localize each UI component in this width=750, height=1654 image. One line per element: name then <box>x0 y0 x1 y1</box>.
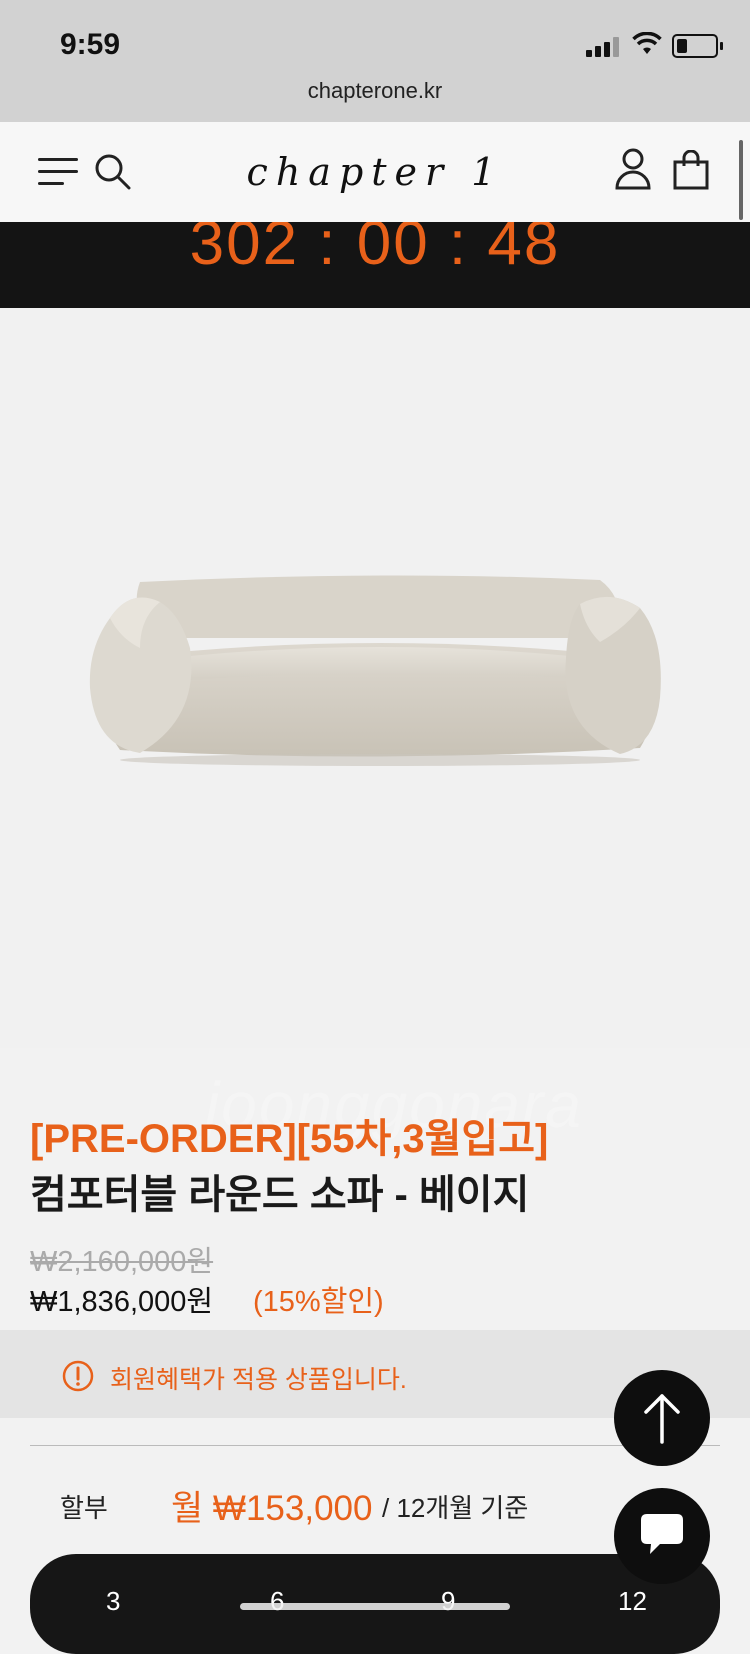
preorder-badge: [PRE-ORDER][55차,3월입고] <box>30 1117 549 1161</box>
discount-rate: (15%할인) <box>253 1286 384 1318</box>
wifi-icon <box>632 32 662 54</box>
status-time: 9:59 <box>60 28 121 61</box>
installment-amount: 월 ₩153,000 <box>171 1489 373 1528</box>
installment-basis: / 12개월 기준 <box>382 1493 529 1523</box>
scroll-to-top-button[interactable] <box>614 1370 710 1466</box>
sofa-image <box>89 575 661 766</box>
home-indicator[interactable] <box>240 1603 510 1610</box>
notice-text: 회원혜택가 적용 상품입니다. <box>110 1366 407 1394</box>
installment-label: 할부 <box>60 1493 108 1523</box>
chat-bubble-icon <box>641 1514 683 1554</box>
month-option-12[interactable]: 12 <box>618 1586 647 1617</box>
month-option-9[interactable]: 9 <box>441 1586 455 1617</box>
product-title: 컴포터블 라운드 소파 - 베이지 <box>30 1173 530 1217</box>
cellular-signal-icon <box>586 35 622 57</box>
address-bar-url[interactable]: chapterone.kr <box>0 78 750 104</box>
arrow-up-icon <box>644 1394 680 1444</box>
user-icon[interactable] <box>614 148 652 190</box>
month-option-6[interactable]: 6 <box>270 1586 284 1617</box>
chat-button[interactable] <box>614 1488 710 1584</box>
status-bar: 9:59 chapterone.kr <box>0 0 750 122</box>
shopping-bag-icon[interactable] <box>672 150 710 190</box>
month-option-3[interactable]: 3 <box>106 1586 120 1617</box>
page-scrollbar[interactable] <box>739 140 743 220</box>
sale-price: ₩1,836,000원 <box>30 1286 214 1318</box>
countdown-timer: 302 : 00 : 48 <box>189 222 561 278</box>
product-image[interactable]: joonggonara <box>0 308 750 1141</box>
original-price: ₩2,160,000원 <box>30 1246 214 1278</box>
battery-icon <box>672 34 723 58</box>
countdown-banner: 302 : 00 : 48 <box>0 222 750 308</box>
alert-circle-icon <box>62 1360 94 1392</box>
